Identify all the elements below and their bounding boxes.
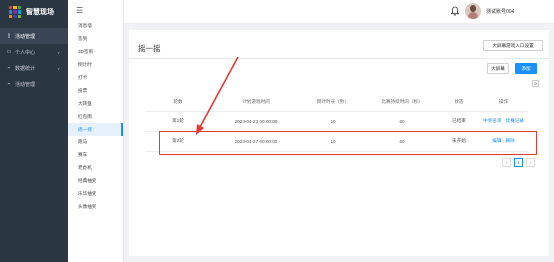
subnav-item-car-race[interactable]: 赛车	[68, 149, 123, 162]
next-page-button[interactable]: ›	[526, 158, 535, 167]
sidebar-item-activity-management-2[interactable]: ⌁ 活动管理	[0, 76, 68, 92]
logo-cell	[9, 10, 13, 14]
logo-cell	[13, 6, 17, 10]
app-title: 智慧现场	[26, 9, 54, 16]
duration-cell: 60	[365, 111, 439, 132]
logo-icon	[9, 6, 21, 18]
subnav-item-vote[interactable]: 投票	[68, 84, 123, 97]
big-screen-button[interactable]: 大屏幕	[487, 63, 509, 74]
entry-settings-button[interactable]: 大屏幕游戏入口设置	[483, 40, 543, 51]
sidebar-item-data-statistics[interactable]: ⌁ 数据统计 ∨	[0, 60, 68, 76]
status-cell: 已结束	[439, 111, 479, 132]
chart-icon: ⌁	[7, 65, 11, 71]
chevron-down-icon: ∨	[57, 49, 60, 55]
user-icon: ▭	[6, 49, 12, 55]
countdown-cell: 10	[301, 131, 365, 152]
column-header-actions: 操作	[479, 93, 528, 112]
sidebar-item-activity-management[interactable]: ▯ 活动管理	[0, 28, 68, 44]
subnav-item-shake[interactable]: 摇一摇	[68, 123, 123, 137]
account-name[interactable]: 测试账号004	[486, 8, 514, 15]
countdown-cell: 10	[301, 111, 365, 132]
sidebar-item-personal-center[interactable]: ▭ 个人中心 ∨	[0, 44, 68, 60]
content-panel: 摇一摇 大屏幕游戏入口设置 大屏幕 添加 ⟳ 轮数 计划游戏时间 倒计时长（秒）…	[129, 30, 549, 256]
prev-page-button[interactable]: ‹	[502, 158, 511, 167]
logo-cell	[17, 6, 21, 10]
winner-list-link[interactable]: 中奖名单	[483, 118, 501, 123]
subnav-item-message-wall[interactable]: 消息墙	[68, 20, 123, 33]
doc-icon: ▯	[7, 33, 11, 39]
subnav-item-sign-in[interactable]: 签到	[68, 33, 123, 46]
chart-icon: ⌁	[7, 81, 11, 87]
logo-cell	[17, 14, 21, 18]
avatar[interactable]	[465, 3, 481, 19]
page-title: 摇一摇	[138, 44, 161, 53]
table-row: 第2轮 2023-04-27 00:00:00 10 60 未开始 编辑 删除	[145, 131, 528, 152]
round-cell: 第1轮	[145, 111, 211, 132]
subnav-item-check-in[interactable]: 打卡	[68, 72, 123, 85]
subnav-item-wheel[interactable]: 大转盘	[68, 97, 123, 110]
logo-cell	[9, 6, 13, 10]
column-header-planned-time: 计划游戏时间	[211, 93, 301, 112]
match-record-link[interactable]: 比赛记录	[506, 118, 524, 123]
edit-link[interactable]: 编辑	[492, 138, 501, 143]
rounds-table: 轮数 计划游戏时间 倒计时长（秒） 比赛持续时间（秒） 状态 操作 第1轮 20…	[145, 93, 528, 152]
chevron-down-icon: ∨	[57, 65, 60, 71]
bell-icon[interactable]	[451, 6, 459, 16]
subnav-item-slot-machine[interactable]: 老虎机	[68, 162, 123, 175]
actions-cell: 编辑 删除	[479, 131, 528, 152]
app-logo[interactable]: 智慧现场	[0, 0, 68, 24]
subnav-item-music-lottery[interactable]: 乐华抽奖	[68, 188, 123, 201]
logo-cell	[13, 10, 17, 14]
sidebar-item-label: 活动管理	[15, 81, 36, 88]
column-header-round: 轮数	[145, 93, 211, 112]
planned-time-cell: 2023-04-23 00:00:00	[211, 111, 301, 132]
subnav-item-horse-race[interactable]: 跑马	[68, 136, 123, 149]
logo-cell	[13, 14, 17, 18]
column-header-duration: 比赛持续时间（秒）	[365, 93, 439, 112]
round-cell: 第2轮	[145, 131, 211, 152]
duration-cell: 60	[365, 131, 439, 152]
subnav-item-3d-sign-in[interactable]: 3D签到	[68, 46, 123, 59]
logo-cell	[17, 10, 21, 14]
main-sidebar: 智慧现场 ▯ 活动管理 ▭ 个人中心 ∨ ⌁ 数据统计 ∨ ⌁ 活动管理	[0, 0, 68, 262]
logo-cell	[9, 14, 13, 18]
subnav-item-classic-lottery[interactable]: 经典抽奖	[68, 175, 123, 188]
divider	[129, 58, 549, 59]
sidebar-item-label: 活动管理	[15, 33, 36, 40]
column-header-status: 状态	[439, 93, 479, 112]
status-cell: 未开始	[439, 131, 479, 152]
column-header-countdown: 倒计时长（秒）	[301, 93, 365, 112]
subnav-item-avatar-lottery[interactable]: 头像抽奖	[68, 200, 123, 213]
add-button[interactable]: 添加	[515, 63, 537, 74]
delete-link[interactable]: 删除	[506, 138, 515, 143]
sidebar-item-label: 个人中心	[15, 49, 36, 56]
page-number-button[interactable]: 1	[514, 158, 523, 167]
planned-time-cell: 2023-04-27 00:00:00	[211, 131, 301, 152]
refresh-icon[interactable]: ⟳	[532, 80, 539, 87]
table-row: 第1轮 2023-04-23 00:00:00 10 60 已结束 中奖名单 比赛…	[145, 111, 528, 132]
sidebar-item-label: 数据统计	[15, 65, 36, 72]
activity-subnav: ☰ 消息墙 签到 3D签到 倒计时 打卡 投票 大转盘 红包雨 摇一摇 跑马 赛…	[68, 0, 124, 262]
subnav-item-red-packet-rain[interactable]: 红包雨	[68, 110, 123, 123]
subnav-item-countdown[interactable]: 倒计时	[68, 59, 123, 72]
table-header-row: 轮数 计划游戏时间 倒计时长（秒） 比赛持续时间（秒） 状态 操作	[145, 93, 528, 112]
top-bar: 测试账号004	[124, 0, 554, 24]
actions-cell: 中奖名单 比赛记录	[479, 111, 528, 132]
menu-toggle-icon[interactable]: ☰	[68, 0, 123, 20]
